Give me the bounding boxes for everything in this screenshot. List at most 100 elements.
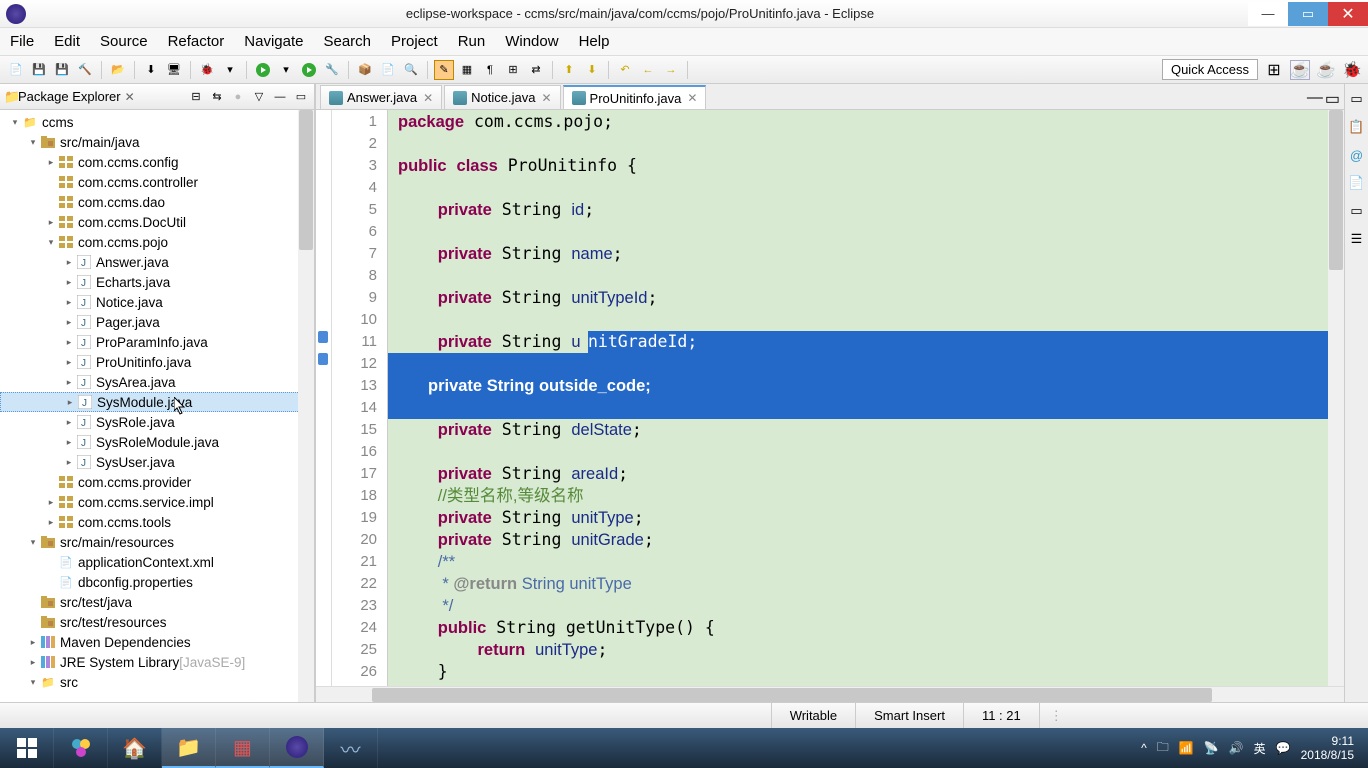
menu-search[interactable]: Search — [313, 33, 381, 50]
menu-window[interactable]: Window — [495, 33, 568, 50]
marker-bar[interactable] — [316, 110, 332, 686]
task-list-icon[interactable]: 📋 — [1348, 118, 1366, 136]
menu-edit[interactable]: Edit — [44, 33, 90, 50]
tree-node-com-ccms-docutil[interactable]: ▸com.ccms.DocUtil — [0, 212, 314, 232]
editor-minimize-button[interactable]: — — [1307, 89, 1323, 109]
tray-up-icon[interactable]: ^ — [1141, 741, 1147, 755]
show-whitespace-button[interactable]: ¶ — [480, 60, 500, 80]
code-text[interactable]: nitGradeId; private String outside_code;… — [388, 110, 1328, 686]
forward-button[interactable]: → — [661, 60, 681, 80]
annotation-prev-button[interactable]: ⬆ — [559, 60, 579, 80]
editor-tab-prounitinfo-java[interactable]: ProUnitinfo.java✕ — [563, 85, 707, 109]
tree-node-src-main-resources[interactable]: ▾src/main/resources — [0, 532, 314, 552]
toggle-wrap-button[interactable]: ⊞ — [503, 60, 523, 80]
system-tray[interactable]: ^ 🗀 📶 📡 🔊 英 💬 9:11 2018/8/15 — [1141, 734, 1368, 762]
tree-node-dbconfig-properties[interactable]: 📄dbconfig.properties — [0, 572, 314, 592]
tree-node-com-ccms-pojo[interactable]: ▾com.ccms.pojo — [0, 232, 314, 252]
external-tools-button[interactable]: 🔧 — [322, 60, 342, 80]
java-ee-perspective-button[interactable]: ☕ — [1290, 60, 1310, 80]
outline-view-icon[interactable]: ▭ — [1348, 90, 1366, 108]
run-last-button[interactable] — [299, 60, 319, 80]
debug-perspective-button[interactable]: 🐞 — [1342, 60, 1362, 80]
tray-network-icon[interactable]: 📶 — [1179, 741, 1194, 755]
link-editor-button[interactable]: ⇆ — [208, 88, 226, 106]
taskbar-powerpoint[interactable]: ▦ — [216, 728, 270, 768]
view-menu-button[interactable]: ▽ — [250, 88, 268, 106]
menu-refactor[interactable]: Refactor — [158, 33, 235, 50]
tree-scrollbar[interactable] — [298, 110, 314, 702]
new-class-button[interactable]: 📄 — [378, 60, 398, 80]
menu-help[interactable]: Help — [569, 33, 620, 50]
tree-node-src-main-java[interactable]: ▾src/main/java — [0, 132, 314, 152]
outline-icon[interactable]: ☰ — [1348, 230, 1366, 248]
editor-maximize-button[interactable]: ▭ — [1325, 89, 1340, 109]
menu-navigate[interactable]: Navigate — [234, 33, 313, 50]
tree-node-applicationcontext-xml[interactable]: 📄applicationContext.xml — [0, 552, 314, 572]
package-explorer-tree[interactable]: ▾📁ccms▾src/main/java▸com.ccms.config com.… — [0, 110, 314, 702]
back-button[interactable]: ← — [638, 60, 658, 80]
save-all-button[interactable]: 💾 — [52, 60, 72, 80]
skip-breakpoints-button[interactable]: ⬇ — [141, 60, 161, 80]
editor-vertical-scrollbar[interactable] — [1328, 110, 1344, 686]
tree-node-jre-system-library[interactable]: ▸JRE System Library [JavaSE-9] — [0, 652, 314, 672]
open-perspective-button[interactable]: ⊞ — [1264, 60, 1284, 80]
start-button[interactable] — [0, 728, 54, 768]
tree-node-src-test-resources[interactable]: src/test/resources — [0, 612, 314, 632]
new-package-button[interactable]: 📦 — [355, 60, 375, 80]
tree-node-pager-java[interactable]: ▸JPager.java — [0, 312, 314, 332]
tree-node-src[interactable]: ▾📁src — [0, 672, 314, 692]
at-icon[interactable]: @ — [1348, 146, 1366, 164]
new-button[interactable]: 📄 — [6, 60, 26, 80]
java-perspective-button[interactable]: ☕ — [1316, 60, 1336, 80]
build-icon[interactable]: 📄 — [1348, 174, 1366, 192]
tray-wifi-icon[interactable]: 📡 — [1204, 741, 1219, 755]
annotation-next-button[interactable]: ⬇ — [582, 60, 602, 80]
toggle-block-button[interactable]: ▦ — [457, 60, 477, 80]
tree-node-echarts-java[interactable]: ▸JEcharts.java — [0, 272, 314, 292]
tree-node-com-ccms-service-impl[interactable]: ▸com.ccms.service.impl — [0, 492, 314, 512]
tree-node-com-ccms-provider[interactable]: com.ccms.provider — [0, 472, 314, 492]
tree-node-com-ccms-tools[interactable]: ▸com.ccms.tools — [0, 512, 314, 532]
quick-access[interactable]: Quick Access — [1162, 59, 1258, 80]
menu-project[interactable]: Project — [381, 33, 448, 50]
tree-node-com-ccms-config[interactable]: ▸com.ccms.config — [0, 152, 314, 172]
taskbar-home[interactable]: 🏠 — [108, 728, 162, 768]
tree-node-ccms[interactable]: ▾📁ccms — [0, 112, 314, 132]
taskbar-app-1[interactable] — [54, 728, 108, 768]
tray-ime[interactable]: 英 — [1254, 740, 1266, 757]
run-config-button[interactable]: ▾ — [276, 60, 296, 80]
open-type-button[interactable]: 📂 — [108, 60, 128, 80]
focus-task-button[interactable]: ● — [229, 88, 247, 106]
build-button[interactable]: 🔨 — [75, 60, 95, 80]
tree-node-sysrole-java[interactable]: ▸JSysRole.java — [0, 412, 314, 432]
tree-node-proparaminfo-java[interactable]: ▸JProParamInfo.java — [0, 332, 314, 352]
collapse-all-button[interactable]: ⊟ — [187, 88, 205, 106]
taskbar-app-6[interactable]: 〰 — [324, 728, 378, 768]
tree-node-answer-java[interactable]: ▸JAnswer.java — [0, 252, 314, 272]
maximize-view-button[interactable]: ▭ — [292, 88, 310, 106]
code-editor[interactable]: 1 2 3 4 5 6 7 8 9 10 11 12 13 14 15 16 1… — [316, 110, 1344, 686]
tray-clock[interactable]: 9:11 2018/8/15 — [1301, 734, 1360, 762]
tree-node-prounitinfo-java[interactable]: ▸JProUnitinfo.java — [0, 352, 314, 372]
tree-node-sysrolemodule-java[interactable]: ▸JSysRoleModule.java — [0, 432, 314, 452]
last-edit-button[interactable]: ↶ — [615, 60, 635, 80]
minimize-view-button[interactable]: — — [271, 88, 289, 106]
compare-button[interactable]: ⇄ — [526, 60, 546, 80]
tree-node-sysarea-java[interactable]: ▸JSysArea.java — [0, 372, 314, 392]
menu-source[interactable]: Source — [90, 33, 158, 50]
editor-horizontal-scrollbar[interactable] — [316, 686, 1344, 702]
tray-notification-icon[interactable]: 💬 — [1276, 741, 1291, 755]
tree-node-notice-java[interactable]: ▸JNotice.java — [0, 292, 314, 312]
taskbar-file-explorer[interactable]: 📁 — [162, 728, 216, 768]
tree-node-com-ccms-dao[interactable]: com.ccms.dao — [0, 192, 314, 212]
tree-node-sysuser-java[interactable]: ▸JSysUser.java — [0, 452, 314, 472]
toggle-mark-button[interactable]: ✎ — [434, 60, 454, 80]
editor-tab-notice-java[interactable]: Notice.java✕ — [444, 85, 560, 109]
menu-run[interactable]: Run — [448, 33, 496, 50]
save-button[interactable]: 💾 — [29, 60, 49, 80]
tray-volume-icon[interactable]: 🔊 — [1229, 741, 1244, 755]
maximize-button[interactable]: ▭ — [1288, 2, 1328, 26]
search-button[interactable]: 🔍 — [401, 60, 421, 80]
run-button[interactable] — [253, 60, 273, 80]
taskbar-eclipse[interactable] — [270, 728, 324, 768]
